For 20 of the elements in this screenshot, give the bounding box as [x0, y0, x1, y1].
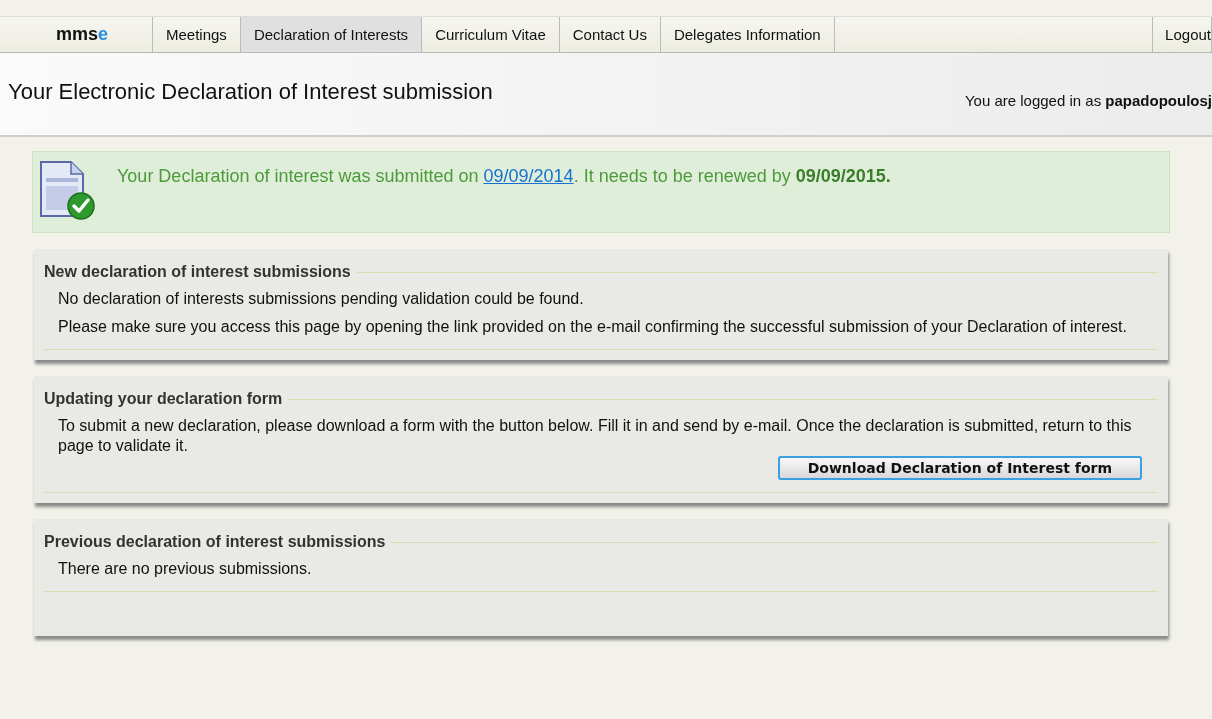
- nav-tab[interactable]: Declaration of Interests: [240, 17, 423, 52]
- page-title: Your Electronic Declaration of Interest submission: [8, 79, 493, 106]
- section-heading: Previous declaration of interest submissions: [44, 533, 386, 551]
- section-text: No declaration of interests submissions pending validation could be found.: [58, 289, 585, 309]
- nav-tab[interactable]: Meetings: [153, 17, 241, 52]
- submission-date-link[interactable]: 09/09/2014: [483, 166, 574, 186]
- document-check-icon: [39, 160, 97, 220]
- nav-tab[interactable]: Delegates Information: [660, 17, 835, 52]
- nav-tab[interactable]: Curriculum Vitae: [422, 17, 560, 52]
- section-text: To submit a new declaration, please download a form with the button below. Fill it in and send by e-mail. Once the declaration is submitted, return to this page to validate it.: [58, 416, 1133, 456]
- download-form-button[interactable]: Download Declaration of Interest form: [777, 456, 1142, 480]
- submission-message: Your Declaration of interest was submitted on 09/09/2014. It needs to be renewed by 09/09/2015.: [117, 166, 891, 187]
- site-logo[interactable]: mmse: [0, 17, 153, 52]
- section-heading: Updating your declaration form: [44, 390, 283, 408]
- nav-tab[interactable]: Contact Us: [559, 17, 661, 52]
- section-text: Please make sure you access this page by opening the link provided on the e-mail confirming the successful submission of your Declaration of interest.: [58, 317, 1128, 337]
- section-heading: New declaration of interest submissions: [44, 263, 351, 281]
- logout-link[interactable]: Logout: [1153, 17, 1212, 52]
- section-text: There are no previous submissions.: [58, 559, 313, 579]
- login-status: You are logged in as papadopoulosj: [964, 90, 1212, 109]
